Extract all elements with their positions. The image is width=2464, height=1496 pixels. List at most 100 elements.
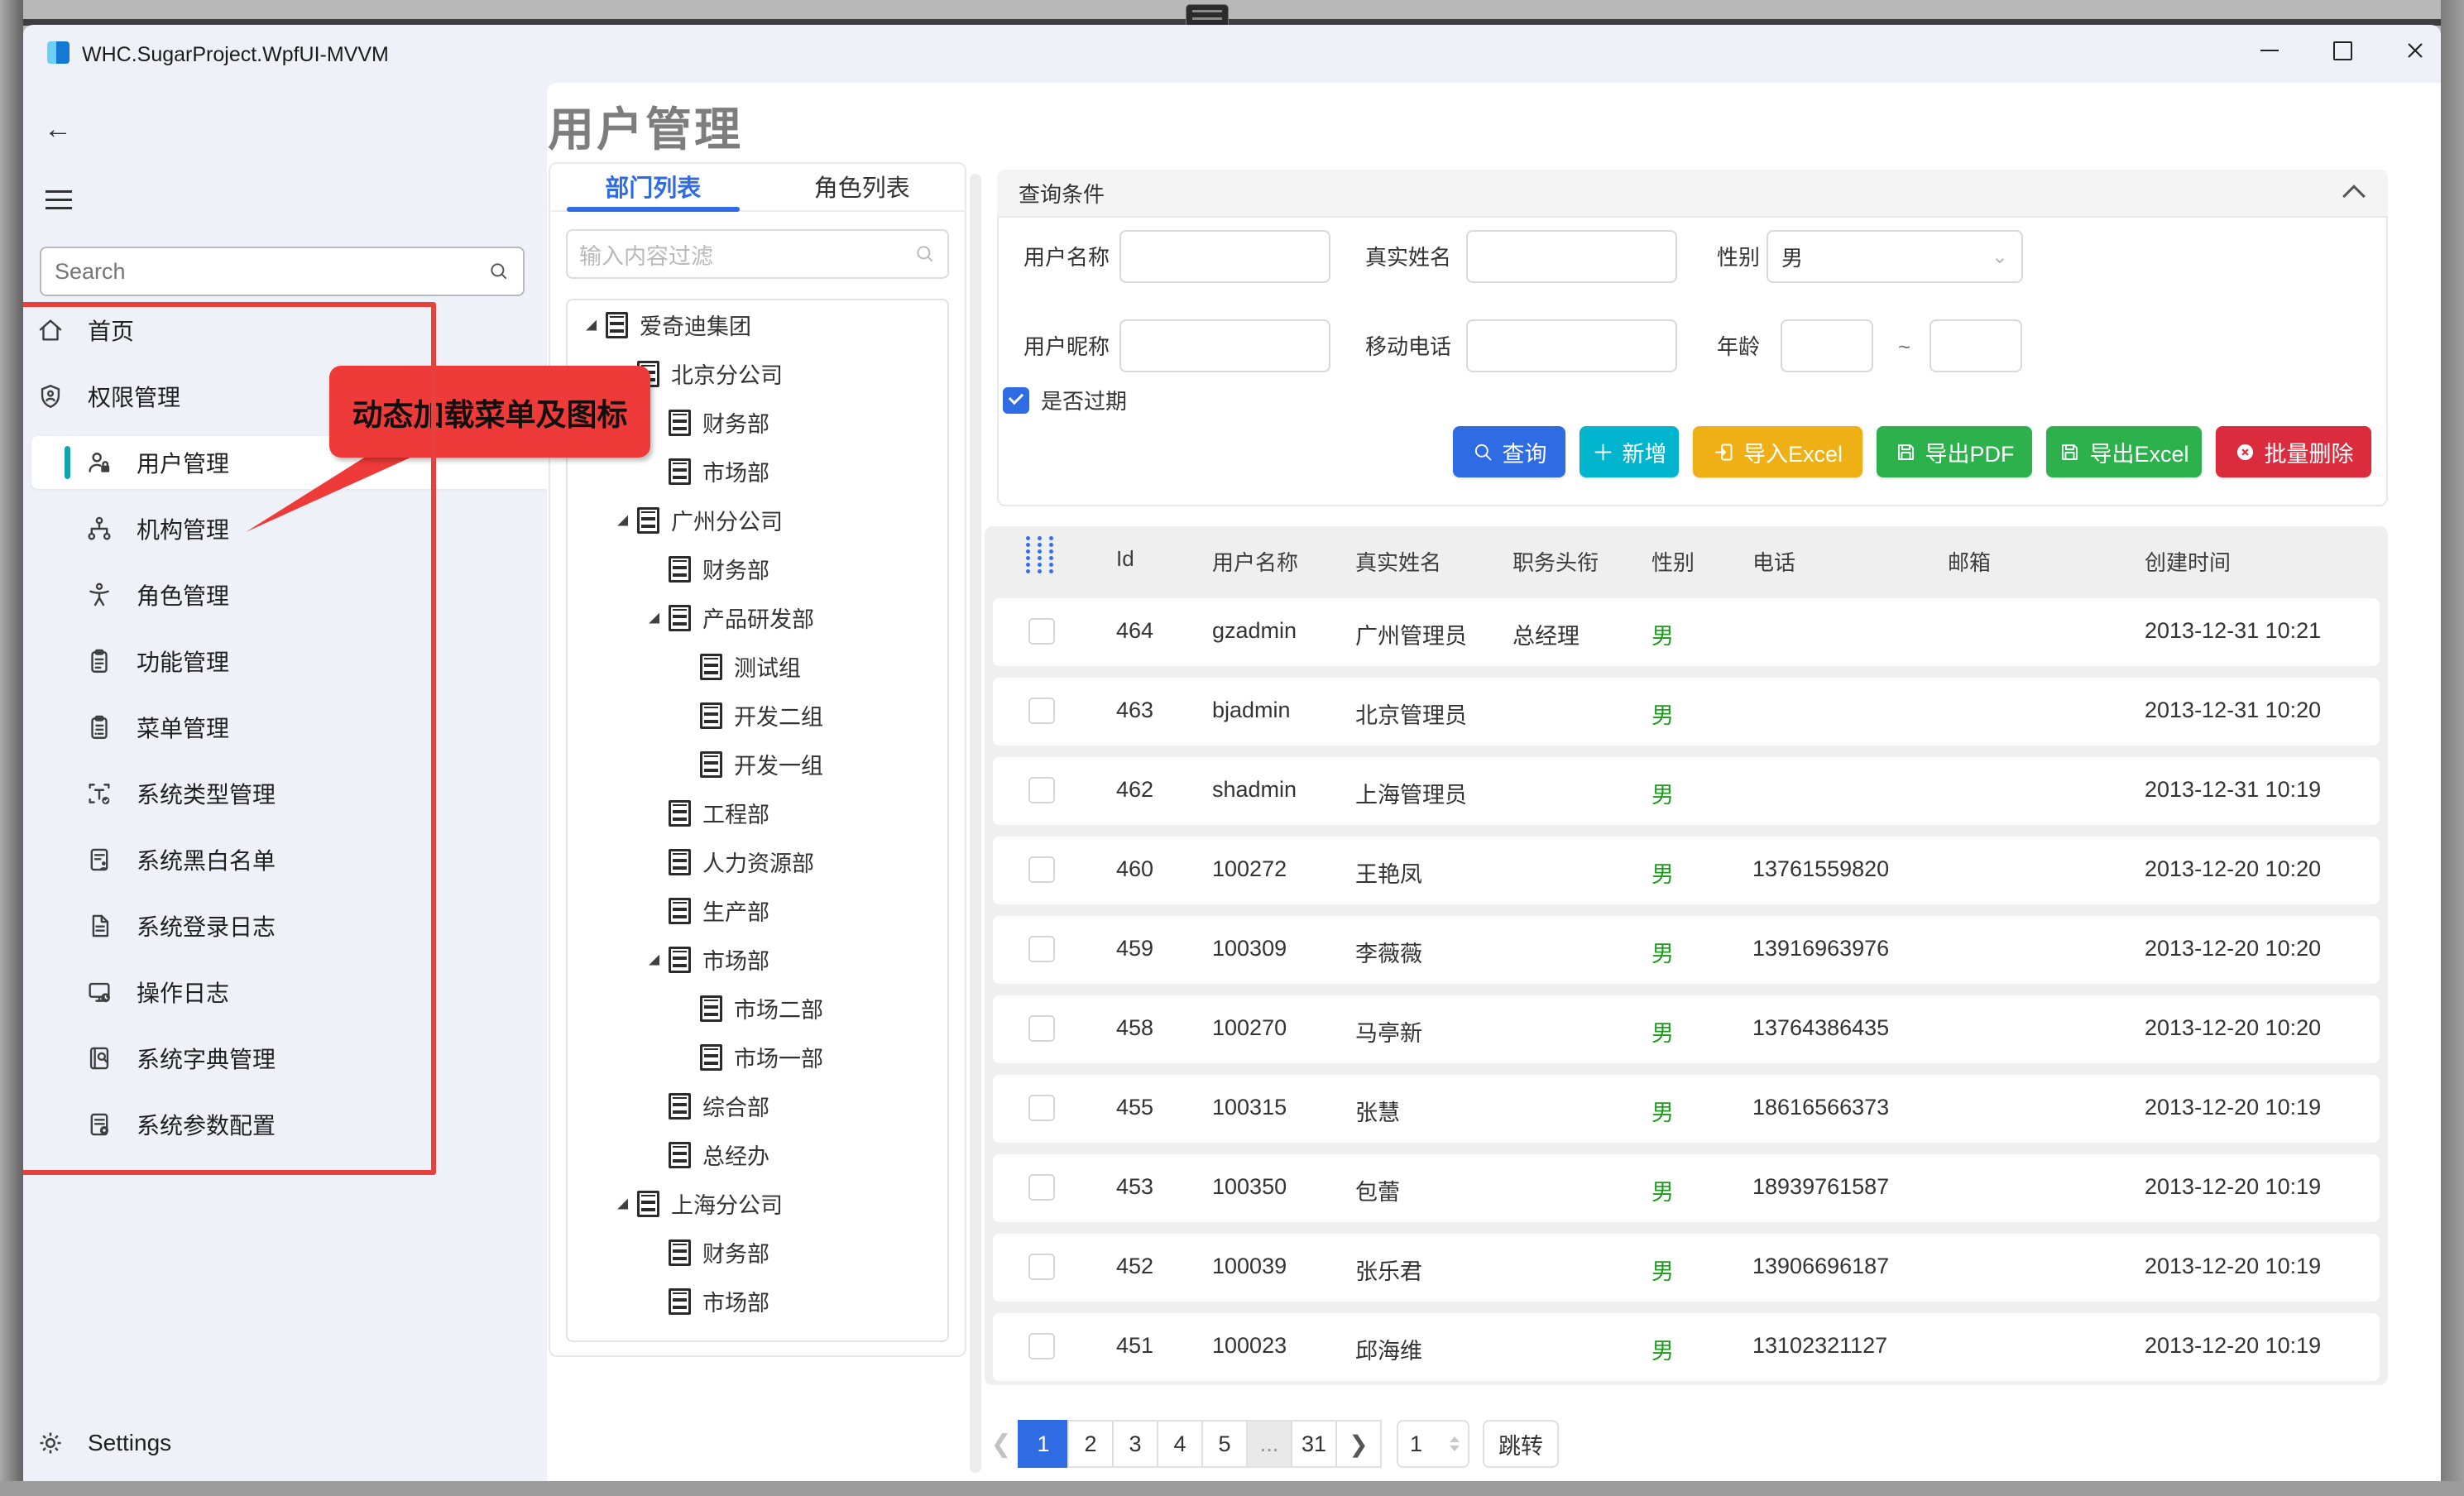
column-header-真实姓名[interactable]: 真实姓名	[1355, 546, 1441, 577]
table-row-462[interactable]: 462 shadmin 上海管理员 男 2013-12-31 10:19	[993, 757, 2380, 825]
page-button-31[interactable]: 31	[1291, 1420, 1337, 1468]
row-checkbox[interactable]	[1028, 1095, 1055, 1121]
cell-phone: 13916963976	[1752, 936, 1890, 961]
table-row-460[interactable]: 460 100272 王艳凤 男 13761559820 2013-12-20 10:20	[993, 837, 2380, 904]
row-checkbox[interactable]	[1028, 1174, 1055, 1201]
row-checkbox[interactable]	[1028, 1254, 1055, 1280]
gender-select[interactable]: 男 ⌄	[1767, 230, 2023, 283]
tree-node-总经办[interactable]: 总经办	[568, 1130, 947, 1179]
page-button-3[interactable]: 3	[1112, 1420, 1158, 1468]
tree-expander-icon[interactable]	[644, 612, 665, 624]
tree-expander-icon[interactable]	[612, 1198, 634, 1210]
action-button-导入Excel[interactable]: 导入Excel	[1693, 426, 1862, 477]
action-button-查询[interactable]: 查询	[1453, 426, 1565, 477]
username-input[interactable]	[1119, 230, 1330, 283]
tree-node-人力资源部[interactable]: 人力资源部	[568, 837, 947, 886]
column-header-Id[interactable]: Id	[1116, 546, 1134, 572]
row-checkbox[interactable]	[1028, 1015, 1055, 1042]
tree-expander-icon[interactable]	[612, 515, 634, 526]
button-label: 查询	[1502, 441, 1547, 467]
row-checkbox[interactable]	[1028, 618, 1055, 645]
column-header-邮箱[interactable]: 邮箱	[1948, 546, 1991, 577]
tree-node-财务部[interactable]: 财务部	[568, 1228, 947, 1277]
chevron-left-icon[interactable]: ❮	[985, 1430, 1018, 1459]
column-header-职务头衔[interactable]: 职务头衔	[1512, 546, 1599, 577]
column-header-用户名称[interactable]: 用户名称	[1212, 546, 1298, 577]
tree-node-市场一部[interactable]: 市场一部	[568, 1033, 947, 1081]
expire-checkbox[interactable]	[1003, 387, 1029, 414]
sidebar-item-settings[interactable]: Settings	[31, 1417, 533, 1470]
page-jump-input[interactable]: 1	[1397, 1420, 1469, 1468]
tree-node-市场二部[interactable]: 市场二部	[568, 984, 947, 1033]
tree-node-市场部[interactable]: 市场部	[568, 1277, 947, 1326]
column-header-创建时间[interactable]: 创建时间	[2145, 546, 2231, 577]
table-row-464[interactable]: 464 gzadmin 广州管理员 总经理 男 2013-12-31 10:21	[993, 598, 2380, 666]
age-max-input[interactable]	[1929, 319, 2022, 372]
page-button-5[interactable]: 5	[1201, 1420, 1248, 1468]
tree-node-财务部[interactable]: 财务部	[568, 544, 947, 593]
search-input[interactable]: Search	[40, 247, 525, 296]
tree-node-产品研发部[interactable]: 产品研发部	[568, 593, 947, 642]
tree-node-上海分公司[interactable]: 上海分公司	[568, 1179, 947, 1228]
row-checkbox[interactable]	[1028, 777, 1055, 803]
cell-created: 2013-12-20 10:19	[2145, 1174, 2322, 1199]
action-button-批量删除[interactable]: 批量删除	[2216, 426, 2371, 477]
page-button-2[interactable]: 2	[1067, 1420, 1114, 1468]
row-checkbox[interactable]	[1028, 698, 1055, 724]
table-row-458[interactable]: 458 100270 马亭新 男 13764386435 2013-12-20 10:20	[993, 995, 2380, 1063]
page-button-4[interactable]: 4	[1157, 1420, 1203, 1468]
hamburger-icon[interactable]	[46, 190, 72, 212]
table-row-455[interactable]: 455 100315 张慧 男 18616566373 2013-12-20 10:19	[993, 1075, 2380, 1143]
chevron-up-icon[interactable]	[2340, 180, 2370, 205]
tree-filter-input[interactable]: 输入内容过滤	[566, 229, 949, 279]
page-button-1[interactable]: 1	[1018, 1420, 1069, 1468]
action-button-新增[interactable]: 新增	[1580, 426, 1679, 477]
spinner-icons[interactable]	[1450, 1436, 1460, 1451]
table-row-452[interactable]: 452 100039 张乐君 男 13906696187 2013-12-20 10:19	[993, 1234, 2380, 1302]
column-header-电话[interactable]: 电话	[1752, 546, 1795, 577]
document-lines-icon	[669, 555, 691, 583]
table-row-463[interactable]: 463 bjadmin 北京管理员 男 2013-12-31 10:20	[993, 678, 2380, 746]
row-checkbox[interactable]	[1028, 1333, 1055, 1359]
tree-node-工程部[interactable]: 工程部	[568, 789, 947, 837]
tree-node-开发一组[interactable]: 开发一组	[568, 740, 947, 789]
age-label: 年龄	[1717, 334, 1761, 359]
row-checkbox[interactable]	[1028, 856, 1055, 883]
tree-node-广州分公司[interactable]: 广州分公司	[568, 496, 947, 544]
tree-node-生产部[interactable]: 生产部	[568, 886, 947, 935]
page-jump-button[interactable]: 跳转	[1483, 1420, 1559, 1468]
cell-realname: 王艳凤	[1355, 862, 1422, 887]
table-row-453[interactable]: 453 100350 包蕾 男 18939761587 2013-12-20 10:19	[993, 1154, 2380, 1222]
nickname-input[interactable]	[1119, 319, 1330, 372]
action-button-导出PDF[interactable]: 导出PDF	[1877, 426, 2032, 477]
tree-node-开发二组[interactable]: 开发二组	[568, 691, 947, 740]
scrollbar[interactable]	[970, 174, 981, 1473]
cell-phone: 13906696187	[1752, 1254, 1890, 1278]
tree-expander-icon[interactable]	[581, 319, 602, 331]
tree-node-爱奇迪集团[interactable]: 爱奇迪集团	[568, 300, 947, 349]
realname-input[interactable]	[1466, 230, 1677, 283]
age-min-input[interactable]	[1781, 319, 1873, 372]
back-arrow-icon[interactable]: ←	[44, 114, 74, 144]
tree-node-测试组[interactable]: 测试组	[568, 642, 947, 691]
tree-expander-icon[interactable]	[644, 954, 665, 966]
cell-phone: 13761559820	[1752, 856, 1890, 881]
page-ellipsis[interactable]: ...	[1246, 1420, 1292, 1468]
tree-node-综合部[interactable]: 综合部	[568, 1081, 947, 1130]
close-icon[interactable]	[2396, 31, 2434, 70]
drag-grid-icon[interactable]	[1026, 536, 1053, 573]
tree-node-市场部[interactable]: 市场部	[568, 935, 947, 984]
minimize-icon[interactable]	[2251, 31, 2289, 70]
row-checkbox[interactable]	[1028, 936, 1055, 962]
table-row-451[interactable]: 451 100023 邱海维 男 13102321127 2013-12-20 10:19	[993, 1313, 2380, 1381]
chevron-right-icon[interactable]: ❯	[1335, 1420, 1382, 1468]
tree-node-label: 爱奇迪集团	[640, 314, 751, 339]
maximize-icon[interactable]	[2323, 31, 2361, 70]
mobile-input[interactable]	[1466, 319, 1677, 372]
table-row-459[interactable]: 459 100309 李薇薇 男 13916963976 2013-12-20 10:20	[993, 916, 2380, 984]
cell-created: 2013-12-20 10:19	[2145, 1095, 2322, 1120]
action-button-导出Excel[interactable]: 导出Excel	[2046, 426, 2202, 477]
tab-role-list[interactable]: 角色列表	[758, 162, 967, 210]
column-header-性别[interactable]: 性别	[1651, 546, 1695, 577]
tab-department-list[interactable]: 部门列表	[549, 162, 758, 212]
